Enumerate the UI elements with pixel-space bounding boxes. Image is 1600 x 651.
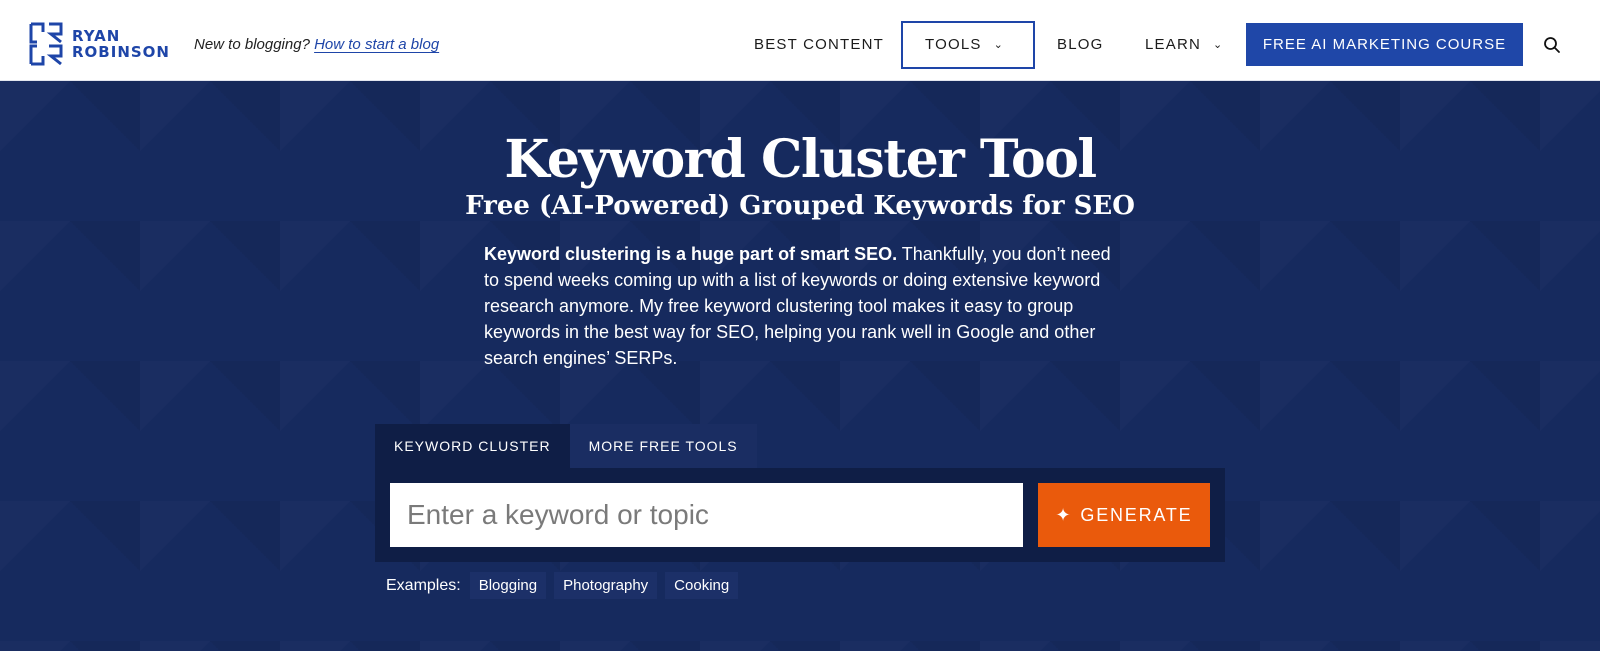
examples-label: Examples: xyxy=(386,576,461,594)
page-subtitle: Free (AI-Powered) Grouped Keywords for S… xyxy=(465,191,1135,221)
page-title: Keyword Cluster Tool xyxy=(504,129,1097,190)
logo-mark-icon xyxy=(29,22,63,66)
free-ai-marketing-course-button[interactable]: FREE AI MARKETING COURSE xyxy=(1246,23,1523,66)
logo-line-1: RYAN xyxy=(72,27,121,45)
keyword-form: ✦ GENERATE xyxy=(375,468,1225,562)
nav-tools[interactable]: TOOLS ⌄ xyxy=(925,36,1004,53)
hero-section: Keyword Cluster Tool Free (AI-Powered) G… xyxy=(0,81,1600,651)
logo-line-2: ROBINSON xyxy=(72,43,170,61)
search-icon[interactable] xyxy=(1543,36,1561,54)
generate-button[interactable]: ✦ GENERATE xyxy=(1038,483,1210,547)
intro-paragraph: Keyword clustering is a huge part of sma… xyxy=(484,241,1124,371)
tab-more-free-tools[interactable]: MORE FREE TOOLS xyxy=(569,424,757,468)
nav-learn-label: LEARN xyxy=(1145,36,1202,53)
generate-button-label: GENERATE xyxy=(1080,504,1193,525)
example-chip-blogging[interactable]: Blogging xyxy=(469,572,547,599)
intro-bold-text: Keyword clustering is a huge part of sma… xyxy=(484,244,898,264)
nav-tools-label: TOOLS xyxy=(925,36,982,53)
tagline-prefix: New to blogging? xyxy=(194,36,310,53)
nav-learn[interactable]: LEARN ⌄ xyxy=(1145,36,1223,53)
nav-best-content[interactable]: BEST CONTENT xyxy=(754,36,884,53)
tool-tabs: KEYWORD CLUSTER MORE FREE TOOLS xyxy=(375,424,757,468)
chevron-down-icon: ⌄ xyxy=(993,39,1004,51)
header-tagline: New to blogging? How to start a blog xyxy=(194,36,439,53)
tab-keyword-cluster[interactable]: KEYWORD CLUSTER xyxy=(375,424,570,468)
examples-row: Examples: Blogging Photography Cooking xyxy=(386,572,746,599)
how-to-start-blog-link[interactable]: How to start a blog xyxy=(314,36,439,53)
site-logo[interactable]: RYAN ROBINSON xyxy=(29,22,170,66)
example-chip-photography[interactable]: Photography xyxy=(554,572,658,599)
chevron-down-icon: ⌄ xyxy=(1213,39,1224,51)
site-header: RYAN ROBINSON New to blogging? How to st… xyxy=(0,0,1600,81)
nav-blog[interactable]: BLOG xyxy=(1057,36,1103,53)
sparkle-icon: ✦ xyxy=(1055,504,1073,525)
example-chip-cooking[interactable]: Cooking xyxy=(665,572,739,599)
keyword-input[interactable] xyxy=(390,483,1023,547)
